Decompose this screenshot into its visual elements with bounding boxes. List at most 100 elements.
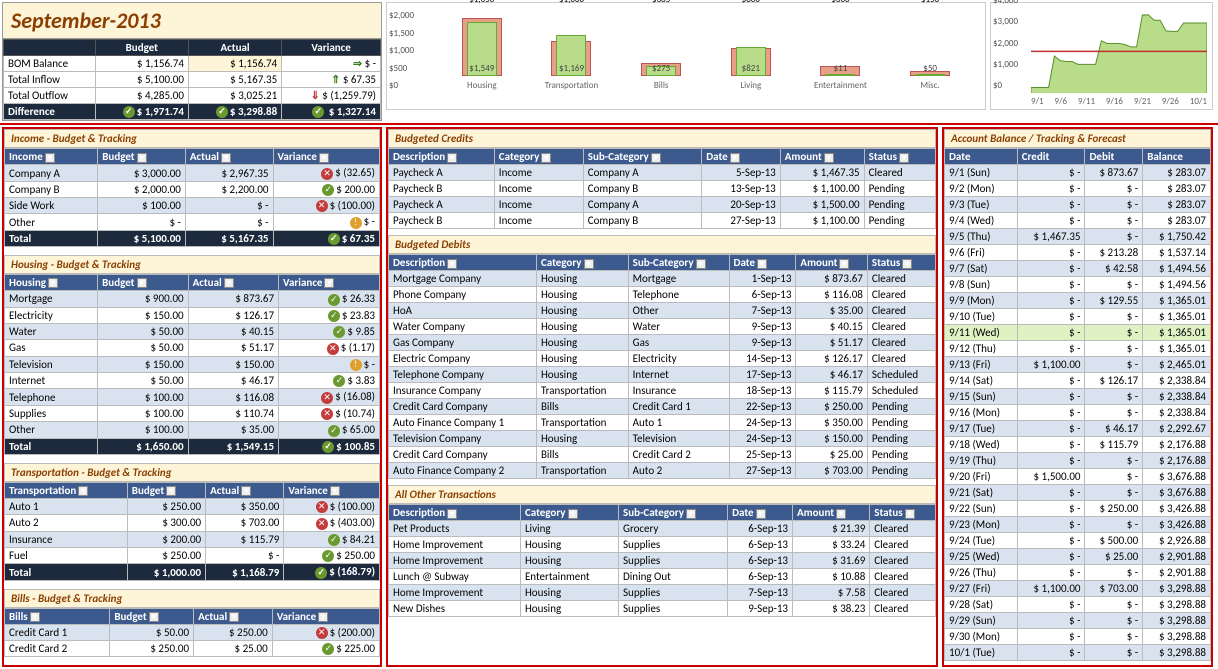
- column-header[interactable]: Amount▾: [793, 505, 870, 521]
- column-header[interactable]: Description▾: [389, 149, 495, 165]
- filter-dropdown-icon[interactable]: ▾: [447, 259, 457, 269]
- column-header[interactable]: Amount▾: [780, 149, 864, 165]
- column-header[interactable]: Sub-Category▾: [628, 255, 729, 271]
- filter-dropdown-icon[interactable]: ▾: [229, 612, 239, 622]
- column-header[interactable]: Actual▾: [185, 149, 273, 165]
- status-icon: ✓: [328, 425, 340, 437]
- balance-row: 9/25 (Wed)$ -$ 25.00$ 2,901.88: [945, 549, 1211, 565]
- transaction-table: Description▾Category▾Sub-Category▾Date▾A…: [388, 148, 936, 229]
- column-header[interactable]: Variance▾: [279, 275, 380, 291]
- table-row: Fuel$ 250.00$ -✓$ 250.00: [5, 547, 380, 563]
- column-header[interactable]: Budget▾: [98, 149, 186, 165]
- balance-row: 9/27 (Fri)$ 1,100.00$ 703.00$ 3,298.88: [945, 581, 1211, 597]
- balance-row: 9/6 (Fri)$ -$ 213.28$ 1,537.14: [945, 245, 1211, 261]
- summary-row: Total Inflow$ 5,100.00$ 5,167.35⇑ $ 67.3…: [4, 72, 381, 88]
- filter-dropdown-icon[interactable]: ▾: [447, 153, 457, 163]
- filter-dropdown-icon[interactable]: ▾: [30, 612, 40, 622]
- column-header[interactable]: Transportation▾: [5, 482, 128, 498]
- filter-dropdown-icon[interactable]: ▾: [166, 486, 176, 496]
- column-header[interactable]: Income▾: [5, 149, 98, 165]
- transaction-table: Description▾Category▾Sub-Category▾Date▾A…: [388, 254, 936, 479]
- filter-dropdown-icon[interactable]: ▾: [651, 153, 661, 163]
- filter-dropdown-icon[interactable]: ▾: [45, 153, 55, 163]
- section-title: All Other Transactions: [388, 485, 936, 504]
- filter-dropdown-icon[interactable]: ▾: [839, 259, 849, 269]
- summary-row: BOM Balance$ 1,156.74$ 1,156.74⇒ $ -: [4, 56, 381, 72]
- column-header[interactable]: Status▾: [870, 505, 936, 521]
- filter-dropdown-icon[interactable]: ▾: [330, 486, 340, 496]
- filter-dropdown-icon[interactable]: ▾: [447, 509, 457, 519]
- column-header[interactable]: Bills▾: [5, 608, 110, 624]
- column-header[interactable]: Actual▾: [206, 482, 284, 498]
- filter-dropdown-icon[interactable]: ▾: [905, 509, 915, 519]
- filter-dropdown-icon[interactable]: ▾: [318, 612, 328, 622]
- tracking-table: Income▾Budget▾Actual▾Variance▾Company A$…: [4, 148, 380, 247]
- filter-dropdown-icon[interactable]: ▾: [902, 259, 912, 269]
- bar-group: $150$50Misc.: [895, 6, 965, 91]
- column-header[interactable]: Date▾: [728, 505, 793, 521]
- column-header[interactable]: Variance▾: [284, 482, 380, 498]
- total-row: Total$ 1,650.00$ 1,549.15✓$ 100.85: [5, 438, 380, 454]
- filter-dropdown-icon[interactable]: ▾: [221, 153, 231, 163]
- filter-dropdown-icon[interactable]: ▾: [696, 259, 706, 269]
- filter-dropdown-icon[interactable]: ▾: [137, 278, 147, 288]
- balance-row: 9/4 (Wed)$ -$ -$ 283.07: [945, 213, 1211, 229]
- transaction-table: Description▾Category▾Sub-Category▾Date▾A…: [388, 504, 936, 617]
- filter-dropdown-icon[interactable]: ▾: [541, 153, 551, 163]
- balance-row: 9/2 (Mon)$ -$ -$ 283.07: [945, 181, 1211, 197]
- column-header[interactable]: Sub-Category▾: [619, 505, 728, 521]
- filter-dropdown-icon[interactable]: ▾: [899, 153, 909, 163]
- table-row: Other$ 100.00$ 35.00✓$ 65.00: [5, 422, 380, 438]
- filter-dropdown-icon[interactable]: ▾: [756, 509, 766, 519]
- filter-dropdown-icon[interactable]: ▾: [224, 278, 234, 288]
- filter-dropdown-icon[interactable]: ▾: [836, 509, 846, 519]
- filter-dropdown-icon[interactable]: ▾: [241, 486, 251, 496]
- column-header[interactable]: Category▾: [494, 149, 583, 165]
- table-row: Company A$ 3,000.00$ 2,967.35✕$ (32.65): [5, 165, 380, 181]
- table-row: Auto 2$ 300.00$ 703.00✕$ (403.00): [5, 515, 380, 531]
- column-header[interactable]: Actual▾: [194, 608, 273, 624]
- balance-row: 9/29 (Sun)$ -$ -$ 3,298.88: [945, 613, 1211, 629]
- section-title: Budgeted Debits: [388, 235, 936, 254]
- column-header[interactable]: Category▾: [520, 505, 618, 521]
- table-row: Mortgage$ 900.00$ 873.67✓$ 26.33: [5, 291, 380, 307]
- column-header[interactable]: Category▾: [536, 255, 628, 271]
- month-title: September-2013: [3, 3, 381, 39]
- column-header[interactable]: Description▾: [389, 505, 521, 521]
- filter-dropdown-icon[interactable]: ▾: [149, 612, 159, 622]
- column-header[interactable]: Date▾: [702, 149, 781, 165]
- status-icon: ✓: [322, 643, 334, 655]
- column-header[interactable]: Budget▾: [127, 482, 205, 498]
- column-header[interactable]: Variance▾: [273, 149, 379, 165]
- table-row: Credit Card CompanyBillsCredit Card 122-…: [389, 399, 936, 415]
- filter-dropdown-icon[interactable]: ▾: [584, 259, 594, 269]
- filter-dropdown-icon[interactable]: ▾: [730, 153, 740, 163]
- column-header[interactable]: Date▾: [729, 255, 796, 271]
- total-row: Total$ 5,100.00$ 5,167.35✓$ 67.35: [5, 230, 380, 246]
- filter-dropdown-icon[interactable]: ▾: [48, 278, 58, 288]
- column-header[interactable]: Status▾: [864, 149, 935, 165]
- bar-group: $1,650$1,549Housing: [447, 6, 517, 91]
- column-header[interactable]: Actual▾: [188, 275, 278, 291]
- section-title: Bills - Budget & Tracking: [4, 589, 380, 608]
- column-header[interactable]: Sub-Category▾: [583, 149, 701, 165]
- table-row: Electricity$ 150.00$ 126.17✓$ 23.83: [5, 307, 380, 323]
- column-header[interactable]: Description▾: [389, 255, 537, 271]
- filter-dropdown-icon[interactable]: ▾: [686, 509, 696, 519]
- filter-dropdown-icon[interactable]: ▾: [757, 259, 767, 269]
- status-icon: ✓: [322, 184, 334, 196]
- column-header[interactable]: Housing▾: [5, 275, 98, 291]
- table-row: Home ImprovementHousingSupplies7-Sep-13$…: [389, 585, 936, 601]
- filter-dropdown-icon[interactable]: ▾: [824, 153, 834, 163]
- column-header[interactable]: Budget▾: [98, 275, 188, 291]
- filter-dropdown-icon[interactable]: ▾: [319, 153, 329, 163]
- column-header[interactable]: Budget▾: [110, 608, 194, 624]
- balance-row: 9/20 (Fri)$ 1,500.00$ -$ 3,676.88: [945, 469, 1211, 485]
- filter-dropdown-icon[interactable]: ▾: [568, 509, 578, 519]
- filter-dropdown-icon[interactable]: ▾: [78, 486, 88, 496]
- column-header[interactable]: Amount▾: [796, 255, 867, 271]
- filter-dropdown-icon[interactable]: ▾: [324, 278, 334, 288]
- filter-dropdown-icon[interactable]: ▾: [137, 153, 147, 163]
- column-header[interactable]: Status▾: [867, 255, 935, 271]
- column-header[interactable]: Variance▾: [272, 608, 379, 624]
